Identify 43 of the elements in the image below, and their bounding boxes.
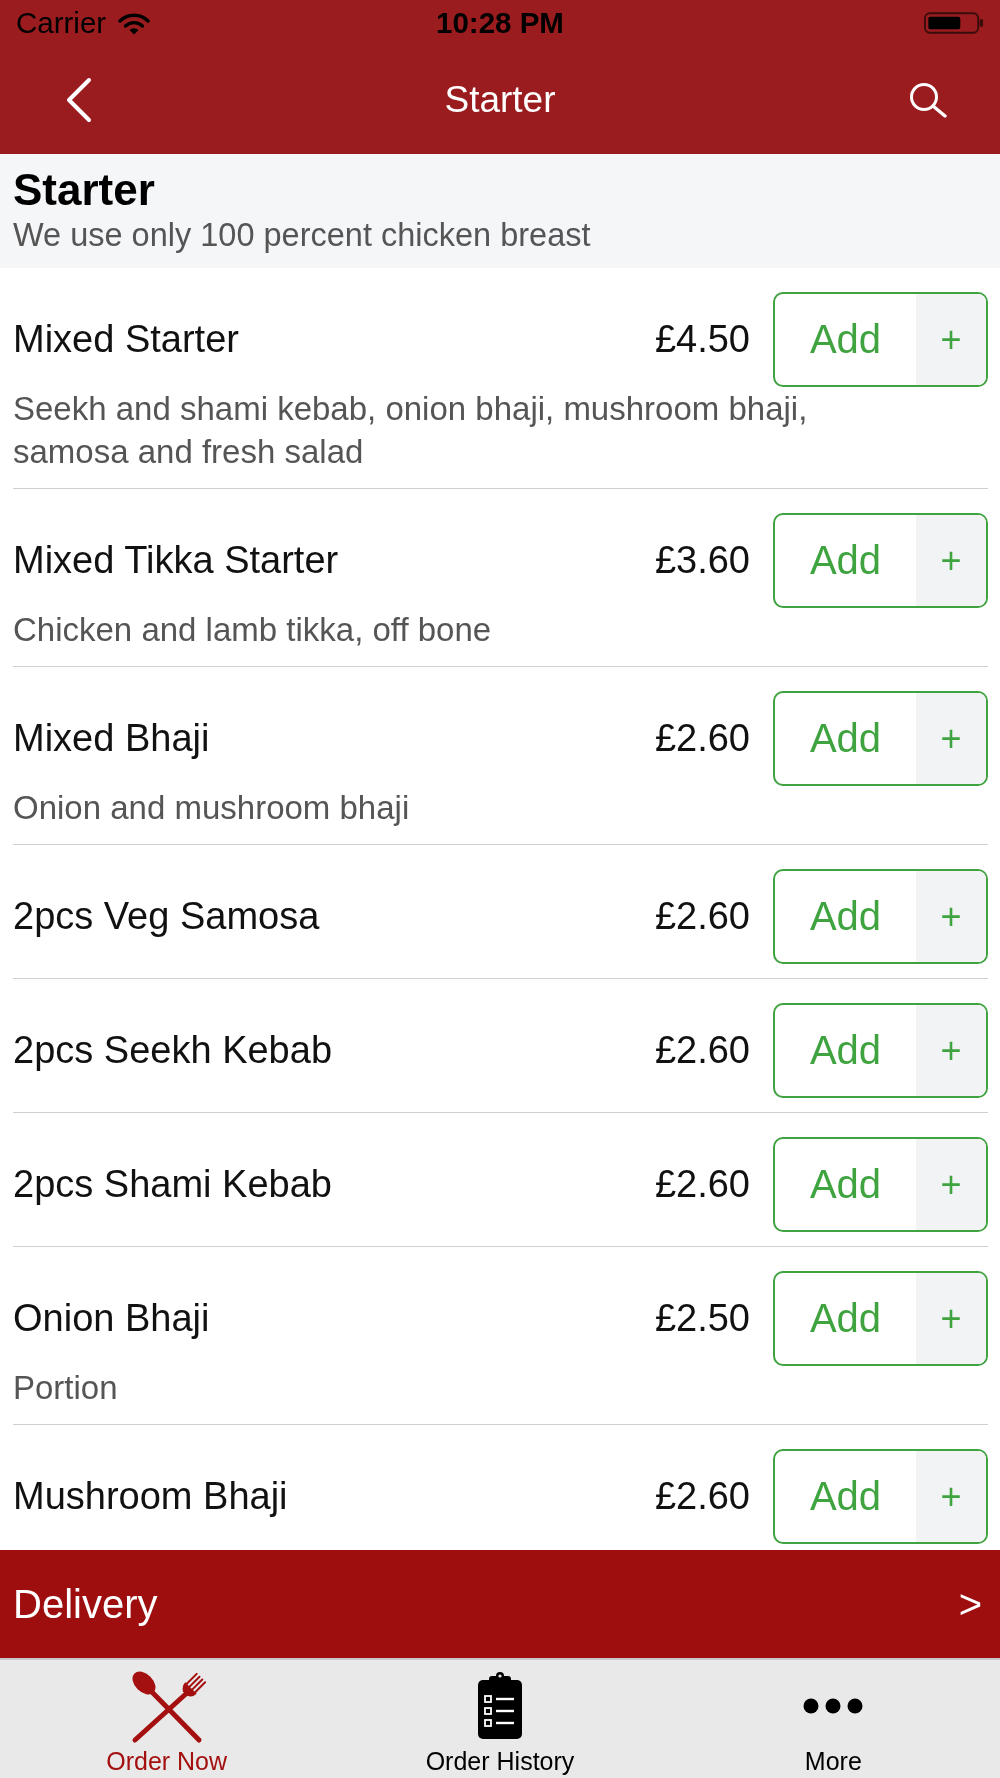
- item-description: Seekh and shami kebab, onion bhaji, mushroom bhaji, samosa and fresh salad: [13, 389, 809, 472]
- carrier-name: Carrier: [16, 6, 107, 40]
- search-icon[interactable]: [907, 82, 950, 118]
- menu-item-name: 2pcs Seekh Kebab: [13, 1029, 333, 1072]
- menu-item-name: Mixed Starter: [13, 318, 240, 361]
- menu-item-name: Mushroom Bhaji: [13, 1475, 289, 1518]
- menu-item-name: Mixed Bhaji: [13, 717, 211, 760]
- add-button[interactable]: Add +: [773, 1003, 988, 1098]
- item-price: £3.60: [654, 539, 750, 582]
- item-description: Onion and mushroom bhaji: [13, 788, 411, 828]
- add-button[interactable]: Add +: [773, 1137, 988, 1232]
- menu-item-name: Onion Bhaji: [13, 1297, 211, 1340]
- item-description: Chicken and lamb tikka, off bone: [13, 610, 493, 650]
- item-price: £2.60: [654, 717, 750, 760]
- add-button[interactable]: Add +: [773, 691, 988, 786]
- clock-time: 10:28 PM: [436, 6, 564, 40]
- back-icon[interactable]: [65, 77, 93, 123]
- menu-item-name: 2pcs Shami Kebab: [13, 1163, 333, 1206]
- item-description: Portion: [13, 1368, 119, 1408]
- battery-icon: [924, 12, 984, 34]
- item-price: £2.50: [654, 1297, 750, 1340]
- more-icon: [803, 1698, 864, 1714]
- item-price: £2.60: [654, 1475, 750, 1518]
- add-button[interactable]: Add +: [773, 513, 988, 608]
- category-title: Starter: [13, 166, 155, 214]
- add-button[interactable]: Add +: [773, 1271, 988, 1366]
- tab-item[interactable]: More: [666, 1660, 1000, 1778]
- category-subtitle: We use only 100 percent chicken breast: [13, 216, 591, 254]
- tab-item[interactable]: Order History: [333, 1660, 667, 1778]
- tab-item[interactable]: Order Now: [0, 1660, 334, 1778]
- delivery-button[interactable]: Delivery >: [0, 1550, 1000, 1658]
- add-button[interactable]: Add +: [773, 292, 988, 387]
- item-price: £2.60: [654, 1029, 750, 1072]
- item-price: £2.60: [654, 1163, 750, 1206]
- item-price: £2.60: [654, 895, 750, 938]
- menu-item-name: 2pcs Veg Samosa: [13, 895, 321, 938]
- item-price: £4.50: [654, 318, 750, 361]
- nav-title: Starter: [444, 79, 556, 121]
- add-button[interactable]: Add +: [773, 869, 988, 964]
- add-button[interactable]: Add +: [773, 1449, 988, 1544]
- clipboard-icon: [476, 1672, 524, 1740]
- wifi-icon: [118, 11, 151, 35]
- menu-item-name: Mixed Tikka Starter: [13, 539, 340, 582]
